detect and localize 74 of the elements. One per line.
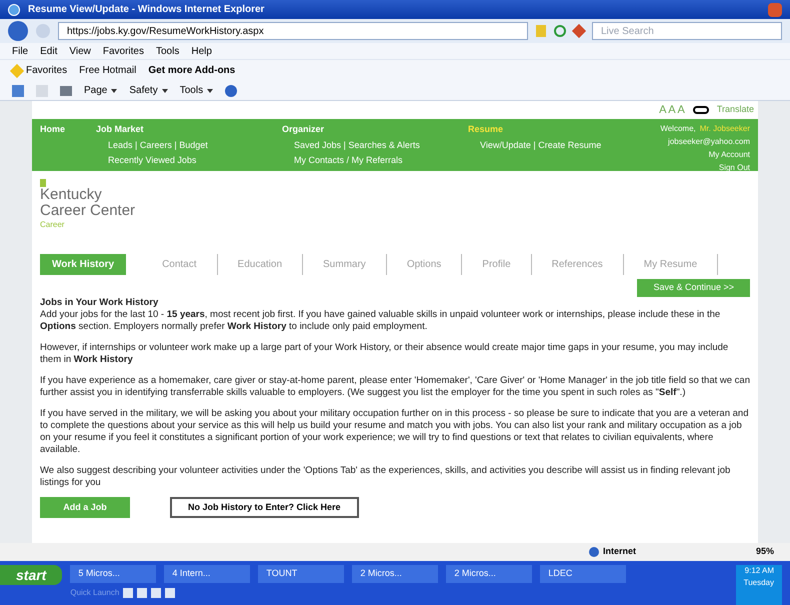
start-button[interactable]: start (0, 565, 62, 585)
caret-icon (111, 88, 118, 92)
address-field[interactable]: https://jobs.ky.gov/ResumeWorkHistory.aspx (58, 22, 528, 40)
window-title: Resume View/Update - Windows Internet Explorer (28, 3, 264, 17)
zone-text: Internet (602, 545, 636, 558)
taskbar-button[interactable]: 2 Micros... (352, 565, 438, 583)
taskbar-button[interactable]: TOUNT (258, 565, 344, 583)
caret-icon (162, 88, 168, 92)
favorites-button[interactable]: Favorites (12, 63, 68, 78)
paragraph: If you have experience as a homemaker, care giver or stay-at-home parent, please enter 'Homemaker', 'Care Giver' or 'Home Manager' in the job title field so that we can further assist you in identifying transferrable skills valuable to employers. (We suggest you list the employer for the time you spent in such roles as "Self".) (40, 374, 750, 398)
command-menu[interactable]: Safety (129, 83, 168, 98)
paragraph: Add your jobs for the last 10 - 15 years, most recent job first. If you have gained valuable skills in unpaid volunteer work or internships, please include these in the Options section. Employers normally prefer Work History to include only paid employment. (40, 308, 722, 332)
nav-link[interactable]: Recently Viewed Jobs (96, 154, 266, 168)
taskbar-button[interactable]: 2 Micros... (446, 565, 532, 583)
save-continue-button[interactable]: Save & Continue >> (637, 279, 750, 296)
caret-icon (207, 88, 214, 92)
translate-link[interactable]: Translate (716, 103, 754, 117)
quick-launch-icon[interactable] (137, 588, 148, 598)
menu-item[interactable]: Edit (40, 44, 58, 58)
logo-tagline: Career (40, 219, 66, 231)
quick-launch-icon[interactable] (151, 588, 162, 598)
tab[interactable]: Education (218, 254, 304, 274)
no-history-button[interactable]: No Job History to Enter? Click Here (170, 496, 359, 518)
logo-text: Kentucky (40, 187, 103, 203)
command-menu[interactable]: Tools (180, 83, 214, 98)
nav-link[interactable]: My Contacts / My Referrals (282, 154, 452, 168)
user-email: jobseeker@yahoo.com (668, 136, 750, 148)
nav-link[interactable]: Leads | Careers | Budget (96, 138, 266, 152)
menu-item[interactable]: File (12, 44, 28, 58)
nav-link[interactable]: Saved Jobs | Searches & Alerts (282, 138, 452, 152)
command-menu[interactable]: Page (84, 83, 118, 98)
browser-icon (8, 4, 20, 16)
favorites-link[interactable]: Get more Add-ons (148, 63, 236, 78)
tab[interactable]: Profile (462, 254, 532, 274)
quick-launch-icon[interactable] (123, 588, 134, 598)
taskbar-button[interactable]: LDEC (540, 565, 626, 583)
paragraph: However, if internships or volunteer work make up a large part of your Work History, or their absence would create major time gaps in your resume, you may include them in Work History (40, 342, 730, 366)
greeting-text: Welcome, (660, 123, 696, 135)
tab[interactable]: My Resume (624, 254, 718, 274)
tab[interactable]: Options (386, 254, 462, 274)
tab[interactable]: References (532, 254, 624, 274)
nav-link[interactable]: Home (40, 123, 80, 167)
tab[interactable]: Work History (40, 254, 126, 274)
menu-item[interactable]: Help (191, 44, 212, 58)
zoom-level[interactable]: 95% (756, 545, 774, 559)
section-heading: Jobs in Your Work History (40, 296, 160, 308)
taskbar-button[interactable]: 4 Intern... (164, 565, 250, 583)
add-job-button[interactable]: Add a Job (40, 496, 130, 518)
paragraph: If you have served in the military, we will be asking you about your military occupation further on in this process - so please be sure to indicate that you are a veteran and to complete the questions about your service as this will help us build your resume and match you with jobs. You can also list your rank and military occupation as a job on your resume if you feel it constitutes a significant portion of your work experience; we will try to find questions or text that relates to civilian equivalents, where available. (40, 408, 750, 456)
user-name: Mr. Jobseeker (700, 123, 750, 135)
account-link[interactable]: My Account (708, 149, 750, 161)
nav-heading[interactable]: Resume (468, 123, 638, 136)
logo-mark-icon (40, 179, 46, 187)
favorites-link[interactable]: Free Hotmail (79, 63, 136, 78)
menu-item[interactable]: Favorites (102, 44, 144, 58)
logo-text: Career Center (40, 203, 136, 219)
text-size-links[interactable]: A A A (659, 102, 685, 118)
eye-icon (692, 106, 709, 114)
nav-heading[interactable]: Organizer (282, 123, 452, 136)
quick-launch-label: Quick Launch (70, 587, 120, 599)
account-link[interactable]: Sign Out (718, 162, 750, 174)
search-field[interactable]: Live Search (592, 22, 782, 40)
clock-time: 9:12 AM (744, 565, 774, 577)
nav-heading[interactable]: Job Market (96, 123, 266, 136)
paragraph: We also suggest describing your volunteer activities under the 'Options Tab' as the experiences, skills, and activities you describe will assist us in finding relevant job listings for you (40, 464, 732, 488)
taskbar-button[interactable]: 5 Micros... (70, 565, 156, 583)
nav-link[interactable]: View/Update | Create Resume (468, 138, 638, 152)
tab[interactable]: Contact (142, 254, 218, 274)
clock-day: Tuesday (744, 577, 774, 589)
menu-item[interactable]: View (69, 44, 91, 58)
tab[interactable]: Summary (303, 254, 387, 274)
refresh-icon[interactable] (554, 25, 566, 37)
menu-item[interactable]: Tools (156, 44, 180, 58)
quick-launch-icon[interactable] (165, 588, 176, 598)
